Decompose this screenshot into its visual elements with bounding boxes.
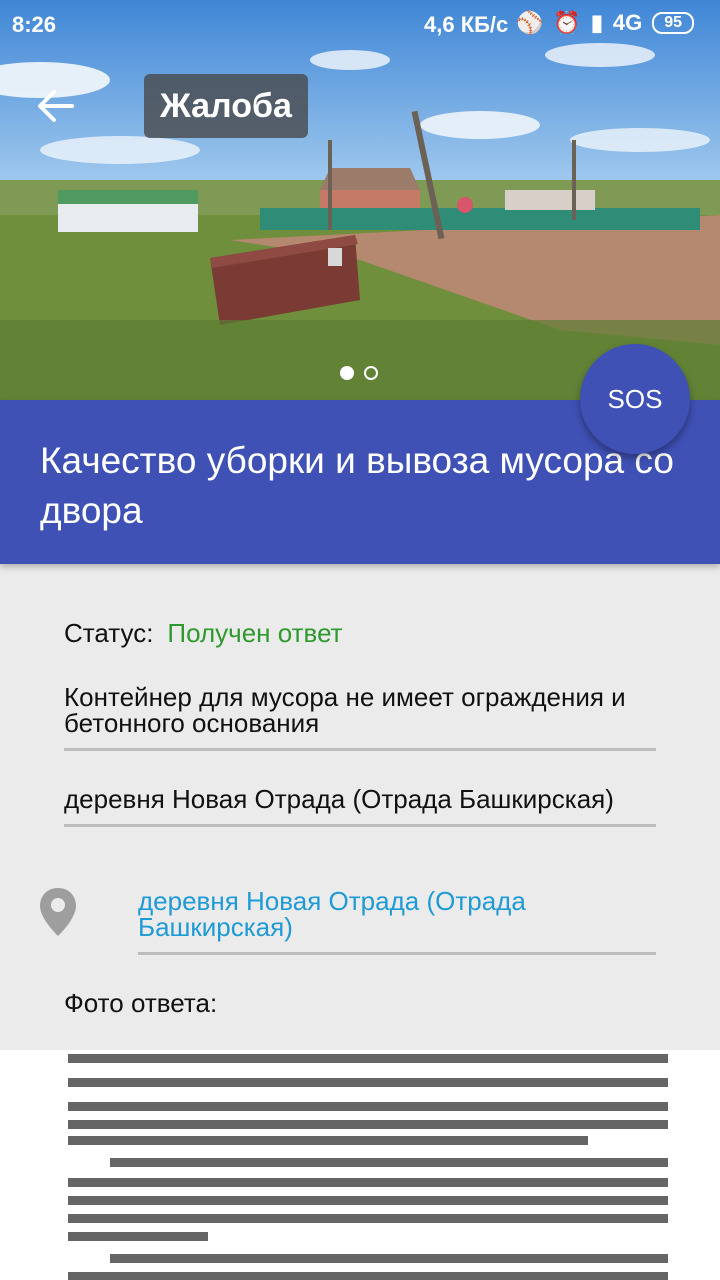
network-type: 4G (612, 10, 643, 35)
headphones-icon: ⚾ (516, 10, 544, 35)
status-row: Статус: Получен ответ (64, 618, 343, 649)
back-button[interactable] (34, 84, 78, 128)
location-text-field: деревня Новая Отрада (Отрада Башкирская) (64, 786, 656, 827)
doc-text-line (68, 1136, 588, 1145)
carousel-dot-2[interactable] (364, 366, 378, 380)
carousel-indicator (340, 366, 378, 380)
status-label: Статус: (64, 618, 154, 648)
network-speed: 4,6 КБ/с (424, 12, 509, 37)
battery-icon: 95 (652, 12, 695, 34)
signal-icon: ▮ (590, 10, 603, 35)
complaint-title: Качество уборки и вывоза мусора со двора (40, 440, 674, 531)
location-pin-icon (38, 886, 78, 938)
answer-photo[interactable] (0, 1050, 720, 1280)
answer-photo-label: Фото ответа: (64, 988, 218, 1018)
doc-text-line (110, 1254, 668, 1263)
sos-button[interactable]: SOS (580, 344, 690, 454)
location-link[interactable]: деревня Новая Отрада (Отрада Башкирская) (138, 888, 656, 955)
doc-text-line (68, 1272, 668, 1280)
page-title: Жалоба (144, 74, 308, 138)
status-time: 8:26 (12, 12, 57, 37)
status-bar: 8:26 4,6 КБ/с ⚾ ⏰ ▮ 4G 95 (0, 0, 720, 52)
doc-text-line (68, 1178, 668, 1187)
system-icons: ⚾ ⏰ ▮ 4G 95 (516, 10, 695, 36)
doc-text-line (68, 1214, 668, 1223)
doc-text-line (68, 1102, 668, 1111)
description-field: Контейнер для мусора не имеет ограждения… (64, 684, 656, 751)
doc-text-line (68, 1232, 208, 1241)
alarm-off-icon: ⏰ (553, 10, 581, 35)
complaint-details: Статус: Получен ответ Контейнер для мусор… (0, 564, 720, 1050)
doc-text-line (68, 1196, 668, 1205)
doc-text-line (68, 1078, 668, 1087)
doc-text-line (68, 1054, 668, 1063)
photo-scene (0, 0, 720, 400)
doc-text-line (68, 1120, 668, 1129)
arrow-back-icon (38, 90, 74, 122)
complaint-photo[interactable] (0, 0, 720, 400)
status-value: Получен ответ (167, 618, 343, 648)
doc-text-line (110, 1158, 668, 1167)
carousel-dot-1[interactable] (340, 366, 354, 380)
